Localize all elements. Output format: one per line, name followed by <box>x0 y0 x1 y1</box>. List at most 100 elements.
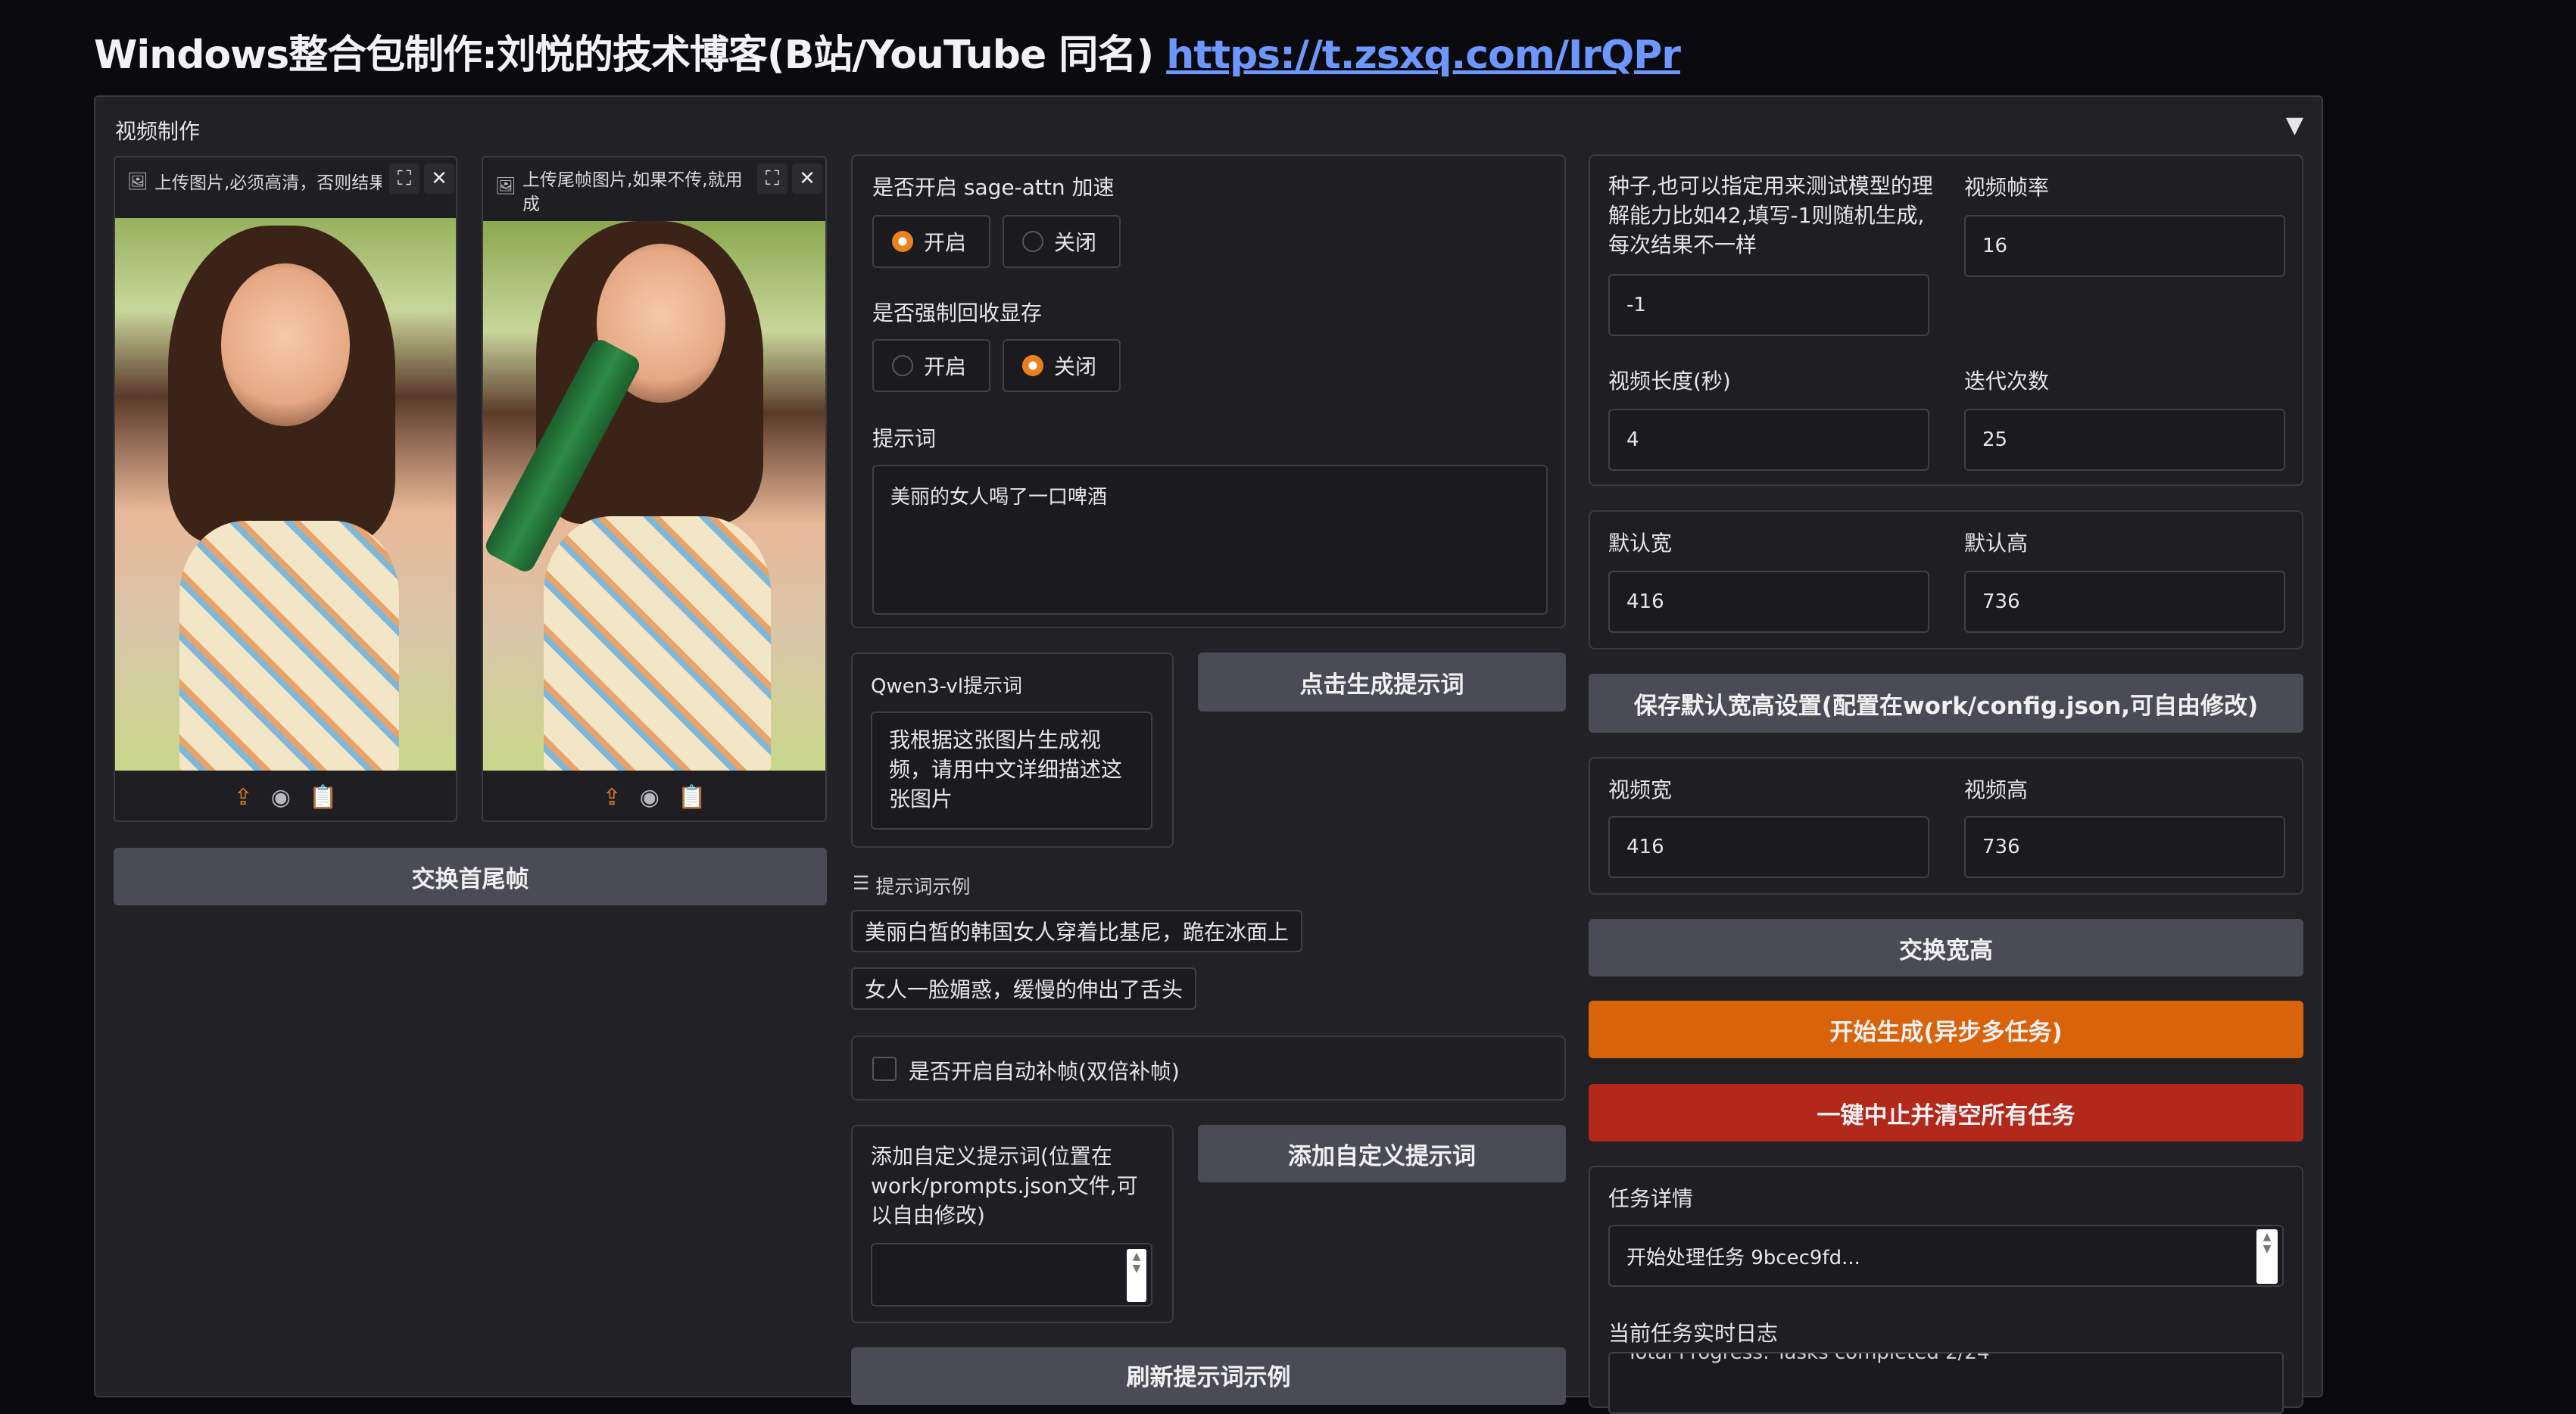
interp-panel: 是否开启自动补帧(双倍补帧) <box>851 1036 1566 1101</box>
add-custom-prompt-button[interactable]: 添加自定义提示词 <box>1198 1125 1566 1182</box>
radio-unselected-icon <box>1022 231 1043 252</box>
video-height-value: 736 <box>1982 836 2020 858</box>
fps-label: 视频帧率 <box>1964 175 2050 200</box>
task-detail-box[interactable]: 开始处理任务 9bcec9fd... ▲ ▼ <box>1608 1225 2284 1287</box>
clipboard-icon[interactable]: 📋 <box>678 784 706 811</box>
last-frame-label: 上传尾帧图片,如果不传,就用 <box>522 170 743 190</box>
radio-selected-icon <box>1022 355 1043 376</box>
prompt-value: 美丽的女人喝了一口啤酒 <box>890 486 1108 509</box>
webcam-icon[interactable]: ◉ <box>640 784 660 811</box>
example-item-1[interactable]: 美丽白皙的韩国女人穿着比基尼，跪在冰面上 <box>851 910 1302 952</box>
steps-value: 25 <box>1982 428 2008 451</box>
examples-header-label: 提示词示例 <box>875 876 971 898</box>
vram-release-on-label: 开启 <box>924 354 967 379</box>
task-panel: 任务详情 开始处理任务 9bcec9fd... ▲ ▼ 当前任务实时日志 Tota… <box>1589 1166 2303 1414</box>
video-width-value: 416 <box>1626 836 1664 858</box>
seed-label: 种子,也可以指定用来测试模型的理解能力比如42,填写-1则随机生成,每次结果不一… <box>1608 173 1933 257</box>
face-shape <box>221 263 350 426</box>
sage-attn-on[interactable]: 开启 <box>872 215 990 268</box>
last-frame-label-line2: 成 <box>522 195 540 214</box>
example-item-2[interactable]: 女人一脸媚惑，缓慢的伸出了舌头 <box>851 967 1196 1010</box>
video-size-panel: 视频宽 416 视频高 736 <box>1589 757 2303 895</box>
generate-prompt-button[interactable]: 点击生成提示词 <box>1198 652 1566 712</box>
length-label: 视频长度(秒) <box>1608 369 1731 394</box>
qwen-panel: Qwen3-vl提示词 我根据这张图片生成视频，请用中文详细描述这张图片 <box>851 652 1174 848</box>
video-width-label: 视频宽 <box>1608 777 1673 802</box>
last-frame-upload[interactable]: 🖼 上传尾帧图片,如果不传,就用 成 ⛶ ✕ ⇪ ◉ 📋 <box>482 156 827 822</box>
seed-input[interactable]: -1 <box>1608 274 1929 336</box>
video-height-input[interactable]: 736 <box>1964 816 2285 878</box>
fps-input[interactable]: 16 <box>1964 215 2285 277</box>
radio-selected-icon <box>892 231 913 252</box>
fullscreen-icon[interactable]: ⛶ <box>389 164 419 194</box>
first-frame-toolbar: ⇪ ◉ 📋 <box>115 771 456 821</box>
length-value: 4 <box>1626 428 1639 451</box>
video-width-input[interactable]: 416 <box>1608 816 1929 878</box>
interp-label: 是否开启自动补帧(双倍补帧) <box>909 1059 1180 1084</box>
swap-frames-button[interactable]: 交换首尾帧 <box>114 848 827 905</box>
qwen-value: 我根据这张图片生成视频，请用中文详细描述这张图片 <box>889 727 1123 811</box>
sage-attn-off-label: 关闭 <box>1054 230 1097 255</box>
upload-icon[interactable]: ⇪ <box>603 784 622 811</box>
custom-prompt-label: 添加自定义提示词(位置在work/prompts.json文件,可以自由修改) <box>871 1144 1138 1228</box>
fps-value: 16 <box>1982 235 2008 257</box>
custom-prompt-panel: 添加自定义提示词(位置在work/prompts.json文件,可以自由修改) … <box>851 1125 1174 1323</box>
qwen-textarea[interactable]: 我根据这张图片生成视频，请用中文详细描述这张图片 <box>871 712 1152 830</box>
fullscreen-icon[interactable]: ⛶ <box>757 164 787 194</box>
start-generate-button[interactable]: 开始生成(异步多任务) <box>1589 1001 2303 1058</box>
title-link[interactable]: https://t.zsxq.com/IrQPr <box>1166 33 1681 78</box>
task-detail-label: 任务详情 <box>1608 1186 1694 1211</box>
first-frame-header: 🖼 上传图片,必须高清，否则结果 ⛶ ✕ <box>115 157 456 218</box>
task-log-value: Total Progress: Tasks completed 2/24 <box>1626 1352 1990 1364</box>
scroll-arrows-icon[interactable]: ▲ ▼ <box>2256 1229 2278 1284</box>
last-frame-header: 🖼 上传尾帧图片,如果不传,就用 成 ⛶ ✕ <box>483 157 825 221</box>
image-icon: 🖼 <box>127 173 148 192</box>
video-height-label: 视频高 <box>1964 777 2029 802</box>
close-icon[interactable]: ✕ <box>792 164 822 194</box>
first-frame-label: 上传图片,必须高清，否则结果 <box>154 173 382 193</box>
default-width-input[interactable]: 416 <box>1608 571 1929 633</box>
close-icon[interactable]: ✕ <box>424 164 454 194</box>
sage-attn-off[interactable]: 关闭 <box>1003 215 1121 268</box>
prompt-textarea[interactable]: 美丽的女人喝了一口啤酒 <box>872 465 1548 615</box>
chevron-down-icon[interactable]: ▼ <box>2286 112 2303 139</box>
task-detail-value: 开始处理任务 9bcec9fd... <box>1626 1246 1860 1269</box>
accordion-label[interactable]: 视频制作 <box>115 115 200 145</box>
webcam-icon[interactable]: ◉ <box>271 784 291 811</box>
sage-attn-on-label: 开启 <box>924 230 967 255</box>
vram-release-off[interactable]: 关闭 <box>1003 339 1121 392</box>
dress-shape <box>179 521 399 771</box>
prompt-label: 提示词 <box>872 426 937 451</box>
seed-value: -1 <box>1626 294 1646 316</box>
custom-prompt-input[interactable]: ▲ ▼ <box>871 1243 1152 1307</box>
steps-input[interactable]: 25 <box>1964 409 2285 471</box>
title-text: Windows整合包制作:刘悦的技术博客(B站/YouTube 同名) <box>94 33 1154 78</box>
list-icon: ☰ <box>853 872 870 894</box>
stop-all-button[interactable]: 一键中止并清空所有任务 <box>1589 1084 2303 1141</box>
refresh-examples-button[interactable]: 刷新提示词示例 <box>851 1347 1566 1405</box>
params-panel: 种子,也可以指定用来测试模型的理解能力比如42,填写-1则随机生成,每次结果不一… <box>1589 154 2303 486</box>
steps-label: 迭代次数 <box>1964 369 2050 394</box>
qwen-label: Qwen3-vl提示词 <box>871 675 1023 698</box>
first-frame-upload[interactable]: 🖼 上传图片,必须高清，否则结果 ⛶ ✕ ⇪ ◉ 📋 <box>114 156 457 822</box>
scroll-arrows-icon[interactable]: ▲ ▼ <box>1127 1249 1146 1302</box>
vram-release-label: 是否强制回收显存 <box>872 301 1043 325</box>
last-frame-image <box>483 221 825 771</box>
image-icon: 🖼 <box>495 177 516 196</box>
clipboard-icon[interactable]: 📋 <box>309 784 337 811</box>
sage-attn-label: 是否开启 sage-attn 加速 <box>872 175 1115 200</box>
interp-checkbox[interactable] <box>872 1057 897 1081</box>
vram-release-on[interactable]: 开启 <box>872 339 990 392</box>
task-log-label: 当前任务实时日志 <box>1608 1321 1779 1346</box>
length-input[interactable]: 4 <box>1608 409 1929 471</box>
vram-release-off-label: 关闭 <box>1054 354 1097 379</box>
first-frame-image <box>115 195 456 771</box>
default-height-input[interactable]: 736 <box>1964 571 2285 633</box>
task-log-box[interactable]: Total Progress: Tasks completed 2/24 <box>1608 1352 2284 1414</box>
examples-header: ☰ 提示词示例 <box>853 872 970 899</box>
radio-unselected-icon <box>892 355 913 376</box>
upload-icon[interactable]: ⇪ <box>234 784 253 811</box>
dress-shape <box>544 516 771 771</box>
swap-wh-button[interactable]: 交换宽高 <box>1589 919 2303 976</box>
save-default-button[interactable]: 保存默认宽高设置(配置在work/config.json,可自由修改) <box>1589 674 2303 733</box>
